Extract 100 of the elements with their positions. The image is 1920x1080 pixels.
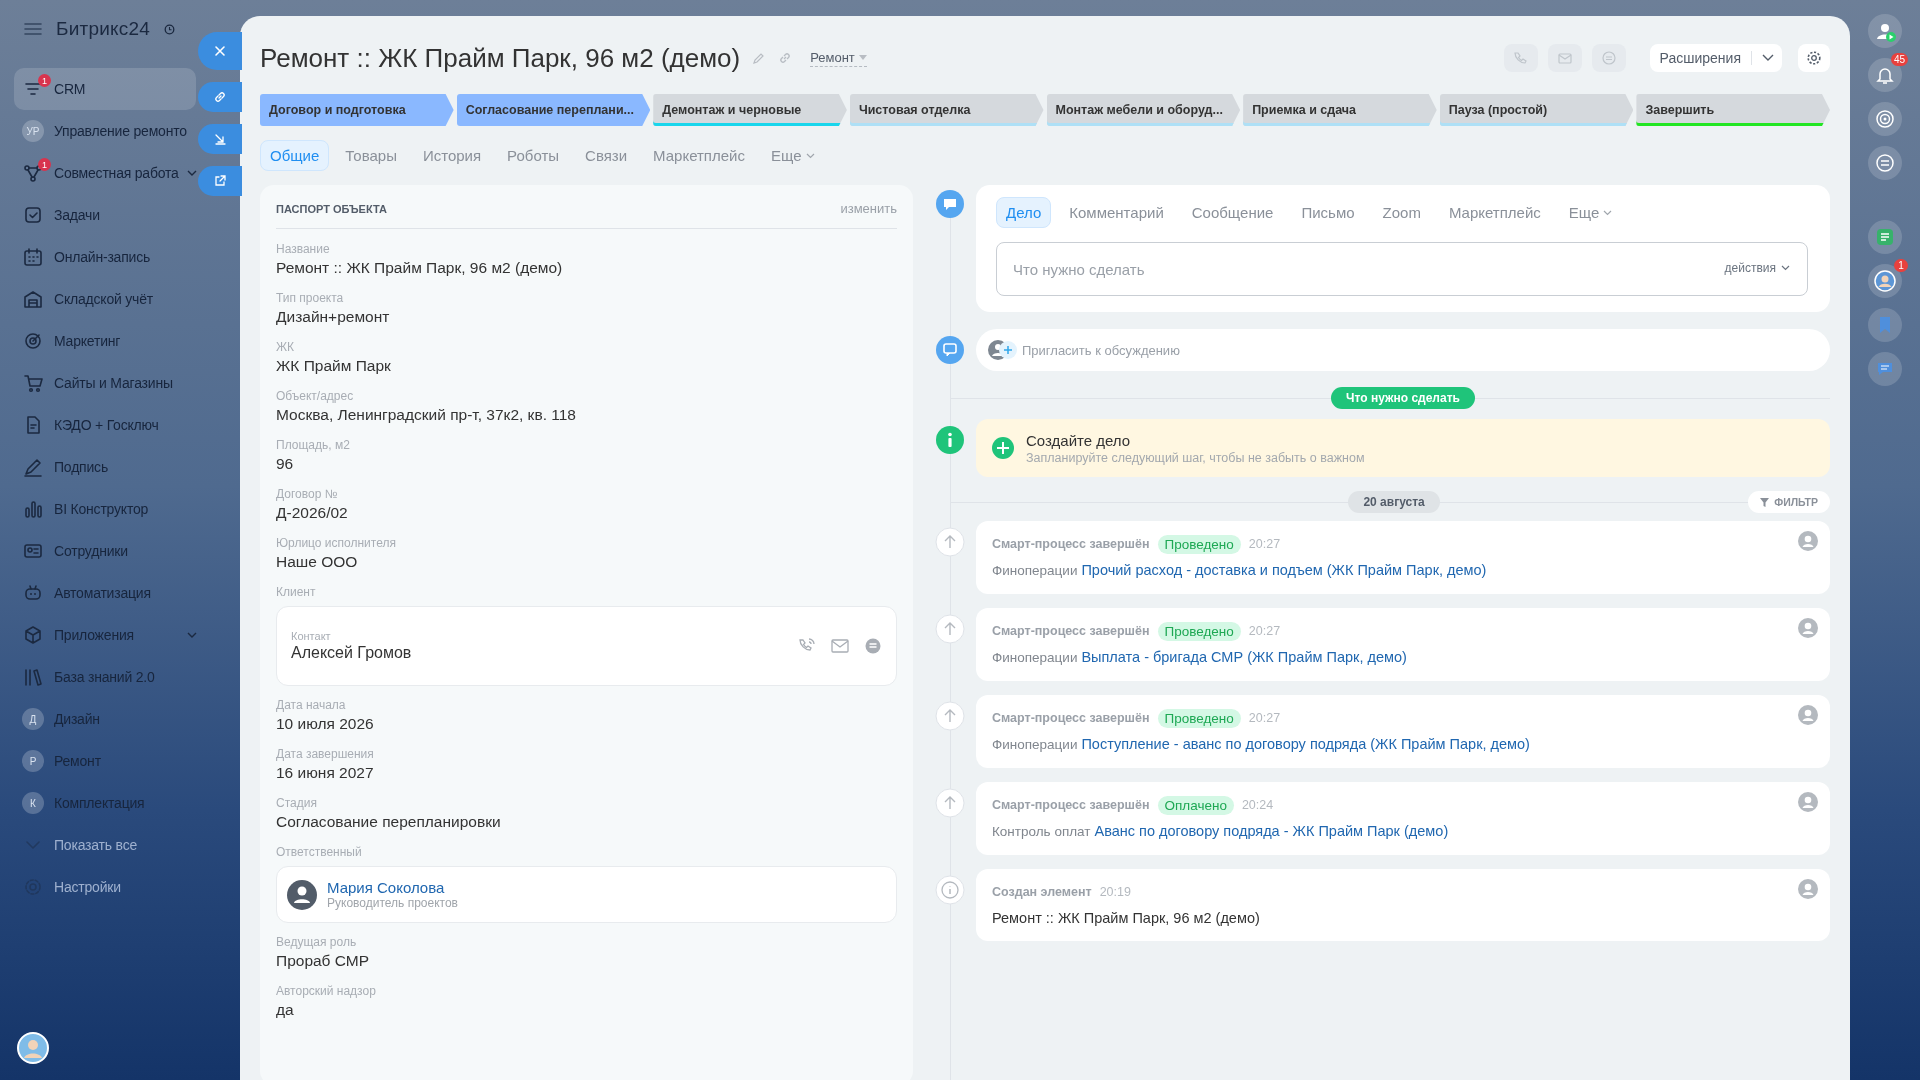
stage-tab[interactable]: Договор и подготовка [260, 94, 454, 126]
tab[interactable]: Товары [335, 140, 407, 171]
user-avatar[interactable] [17, 1032, 49, 1064]
menu-icon[interactable] [24, 22, 42, 36]
chat-icon[interactable] [864, 637, 882, 655]
sidebar-label: Сайты и Магазины [54, 375, 173, 391]
counter-badge: 45 [1890, 53, 1908, 66]
event-link[interactable]: Выплата - бригада СМР (ЖК Прайм Парк, демо) [1081, 649, 1407, 665]
tab[interactable]: История [412, 140, 492, 171]
sidebar-label: Приложения [54, 627, 134, 643]
add-user-icon[interactable] [988, 339, 1018, 361]
app-icon [1874, 226, 1896, 248]
checkbox-icon [22, 204, 44, 226]
event-title: Создан элемент [992, 885, 1092, 899]
app-button[interactable] [1868, 220, 1902, 254]
field-value: да [276, 1000, 295, 1020]
tab[interactable]: Еще [760, 140, 825, 171]
sidebar-item[interactable]: Показать все [14, 824, 196, 866]
tab[interactable]: Письмо [1291, 197, 1365, 228]
event-link[interactable]: Прочий расход - доставка и подъем (ЖК Прайм Парк, демо) [1081, 562, 1487, 578]
mail-icon[interactable] [830, 637, 850, 655]
sidebar-item[interactable]: КЭДО + Госключ [14, 404, 196, 446]
arrow-down-right-button[interactable] [198, 124, 242, 154]
field-value: Наше ООО [276, 552, 359, 572]
link-icon[interactable] [778, 51, 793, 65]
settings-button[interactable] [1798, 44, 1830, 72]
initials-avatar: К [22, 792, 44, 814]
event-title: Смарт-процесс завершён [992, 537, 1150, 551]
actions-dropdown[interactable]: действия [1724, 261, 1790, 275]
invite-field[interactable]: Пригласить к обсуждению [976, 329, 1830, 371]
stage-tab[interactable]: Приемка и сдача [1243, 94, 1437, 126]
sidebar-item[interactable]: Д Дизайн [14, 698, 196, 740]
edit-link[interactable]: изменить [840, 201, 897, 216]
sidebar-item[interactable]: Сотрудники [14, 530, 196, 572]
sidebar-item[interactable]: Сайты и Магазины [14, 362, 196, 404]
initials-avatar: УР [22, 120, 44, 142]
external-link-button[interactable] [198, 166, 242, 196]
user-role: Руководитель проектов [327, 896, 458, 910]
sidebar-item[interactable]: УР Управление ремонто [14, 110, 196, 152]
event-link[interactable]: Поступление - аванс по договору подряда (ЖК Прайм Парк, демо) [1081, 736, 1530, 752]
sidebar-item[interactable]: Онлайн-запись [14, 236, 196, 278]
field-value: 96 [276, 454, 295, 474]
sidebar-item[interactable]: Приложения [14, 614, 196, 656]
filter-button[interactable]: ФИЛЬТР [1748, 491, 1830, 513]
sidebar-item[interactable]: Подпись [14, 446, 196, 488]
user-link[interactable]: Мария Соколова [327, 879, 458, 896]
field-label: ЖК [276, 339, 296, 355]
sidebar-item[interactable]: К Комплектация [14, 782, 196, 824]
chevron-down-icon [1762, 54, 1774, 62]
extensions-dropdown[interactable]: Расширения [1649, 44, 1782, 72]
create-task-card[interactable]: Создайте дело Запланируйте следующий шаг, чтобы не забыть о важном [976, 419, 1830, 477]
sidebar-item[interactable]: Настройки [14, 866, 196, 908]
field-value: Д-2026/02 [276, 503, 349, 523]
close-icon [213, 44, 227, 58]
stage-tab[interactable]: Демонтаж и черновые [653, 94, 847, 126]
sidebar-item[interactable]: Автоматизация [14, 572, 196, 614]
stage-tab[interactable]: Монтаж мебели и оборуд... [1046, 94, 1241, 126]
tab[interactable]: Роботы [497, 140, 570, 171]
cart-icon [22, 372, 44, 394]
info-icon [935, 425, 965, 455]
stage-tab[interactable]: Завершить [1636, 94, 1830, 126]
tab[interactable]: Маркетплейс [643, 140, 755, 171]
tab[interactable]: Связи [575, 140, 638, 171]
field-label: Ведущая роль [276, 934, 358, 950]
event-title: Смарт-процесс завершён [992, 711, 1150, 725]
field-label: Площадь, м2 [276, 437, 351, 453]
stage-tab[interactable]: Пауза (простой) [1439, 94, 1634, 126]
event-link[interactable]: Аванс по договору подряда - ЖК Прайм Парк (демо) [1094, 823, 1449, 839]
sidebar-item[interactable]: Р Ремонт [14, 740, 196, 782]
sidebar-item[interactable]: CRM 1 [14, 68, 196, 110]
sidebar-label: Складской учёт [54, 291, 153, 307]
card-hint: Запланируйте следующий шаг, чтобы не забыть о важном [1026, 450, 1365, 465]
close-button[interactable] [198, 32, 242, 70]
tab[interactable]: Zoom [1372, 197, 1431, 228]
sidebar-item[interactable]: Задачи [14, 194, 196, 236]
chevron-down-icon[interactable] [186, 630, 198, 640]
profile-button[interactable] [1868, 14, 1902, 48]
category-dropdown[interactable]: Ремонт [810, 49, 867, 67]
sidebar-item[interactable]: Складской учёт [14, 278, 196, 320]
tab[interactable]: Еще [1558, 197, 1623, 228]
tab[interactable]: Дело [996, 197, 1052, 228]
sidebar-item[interactable]: Маркетинг [14, 320, 196, 362]
chat-button[interactable] [1868, 146, 1902, 180]
chat-icon [1600, 50, 1617, 66]
sidebar-item[interactable]: База знаний 2.0 [14, 656, 196, 698]
pen-icon [22, 456, 44, 478]
tab[interactable]: Маркетплейс [1438, 197, 1551, 228]
tab[interactable]: Сообщение [1181, 197, 1284, 228]
stage-tab[interactable]: Согласование переплани... [456, 94, 651, 126]
link-button[interactable] [198, 82, 242, 112]
tab[interactable]: Общие [260, 140, 330, 171]
stage-tab[interactable]: Чистовая отделка [849, 94, 1044, 126]
tab[interactable]: Комментарий [1059, 197, 1174, 228]
sidebar-item[interactable]: Совместная работа 1 [14, 152, 196, 194]
sidebar-label: Маркетинг [54, 333, 121, 349]
sidebar-item[interactable]: BI Конструктор [14, 488, 196, 530]
field-label: Стадия [276, 795, 318, 811]
settings-icon [1806, 50, 1822, 66]
chevron-down-icon[interactable] [186, 168, 198, 178]
messages-button[interactable] [1868, 352, 1902, 386]
